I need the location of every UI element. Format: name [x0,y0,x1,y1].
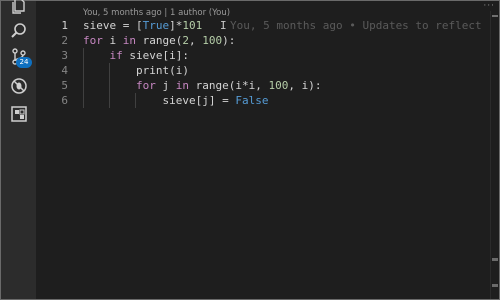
code-line[interactable]: if sieve[i]: [83,48,321,63]
overview-ruler-marker [492,15,498,17]
activity-bar: 24 [1,0,36,299]
code-token: range(i*i, [188,79,269,92]
text-cursor-icon: I [220,19,227,32]
code-token: print(i) [83,64,189,77]
inline-blame-annotation: You, 5 months ago • Updates to reflect [230,19,482,32]
line-number-gutter: 1 2 3 4 5 6 [36,18,68,108]
code-token: False [235,94,269,107]
code-token: sieve[i]: [122,49,189,62]
overview-ruler-marker [492,284,498,287]
code-token: 101 [182,19,203,32]
editor-pane[interactable]: You, 5 months ago | 1 author (You) 1 2 3… [36,1,499,299]
code-token: i [102,34,123,47]
code-token: in [175,79,189,92]
code-token: in [122,34,136,47]
line-number: 2 [61,34,68,47]
code-token: ): [222,34,236,47]
code-token: if [109,49,123,62]
code-token: range [142,34,176,47]
line-number: 1 [61,19,68,32]
code-token: for [135,79,156,92]
extensions-icon[interactable] [9,104,29,124]
code-line[interactable]: print(i) [83,63,321,78]
line-number: 3 [61,49,68,62]
explorer-icon[interactable] [9,0,29,17]
code-token: sieve[j] = [83,94,236,107]
code-token: , [189,34,203,47]
code-token: for [83,34,103,47]
more-actions-icon[interactable]: ··· [483,1,495,11]
code-token: sieve = [ [83,19,143,32]
overview-ruler-marker [492,258,498,261]
source-control-badge: 24 [16,57,32,68]
code-token: ]* [169,19,183,32]
code-token: 100 [268,79,289,92]
vscode-window: 24 You, 5 months ago | 1 author (You) 1 … [0,0,500,300]
debug-icon[interactable] [9,76,29,96]
line-number: 4 [61,64,68,77]
code-line[interactable]: sieve[j] = False [83,93,321,108]
search-icon[interactable] [9,21,29,41]
code-token: True [142,19,170,32]
code-token: 2 [182,34,189,47]
code-line[interactable]: for i in range(2, 100): [83,33,321,48]
git-codelens[interactable]: You, 5 months ago | 1 author (You) [83,8,230,18]
code-line[interactable]: for j in range(i*i, 100, i): [83,78,321,93]
code-token: j [155,79,176,92]
line-number: 6 [61,94,68,107]
line-number: 5 [61,79,68,92]
code-token: , i): [288,79,322,92]
code-token: 100 [202,34,223,47]
vertical-scrollbar[interactable] [490,11,499,299]
